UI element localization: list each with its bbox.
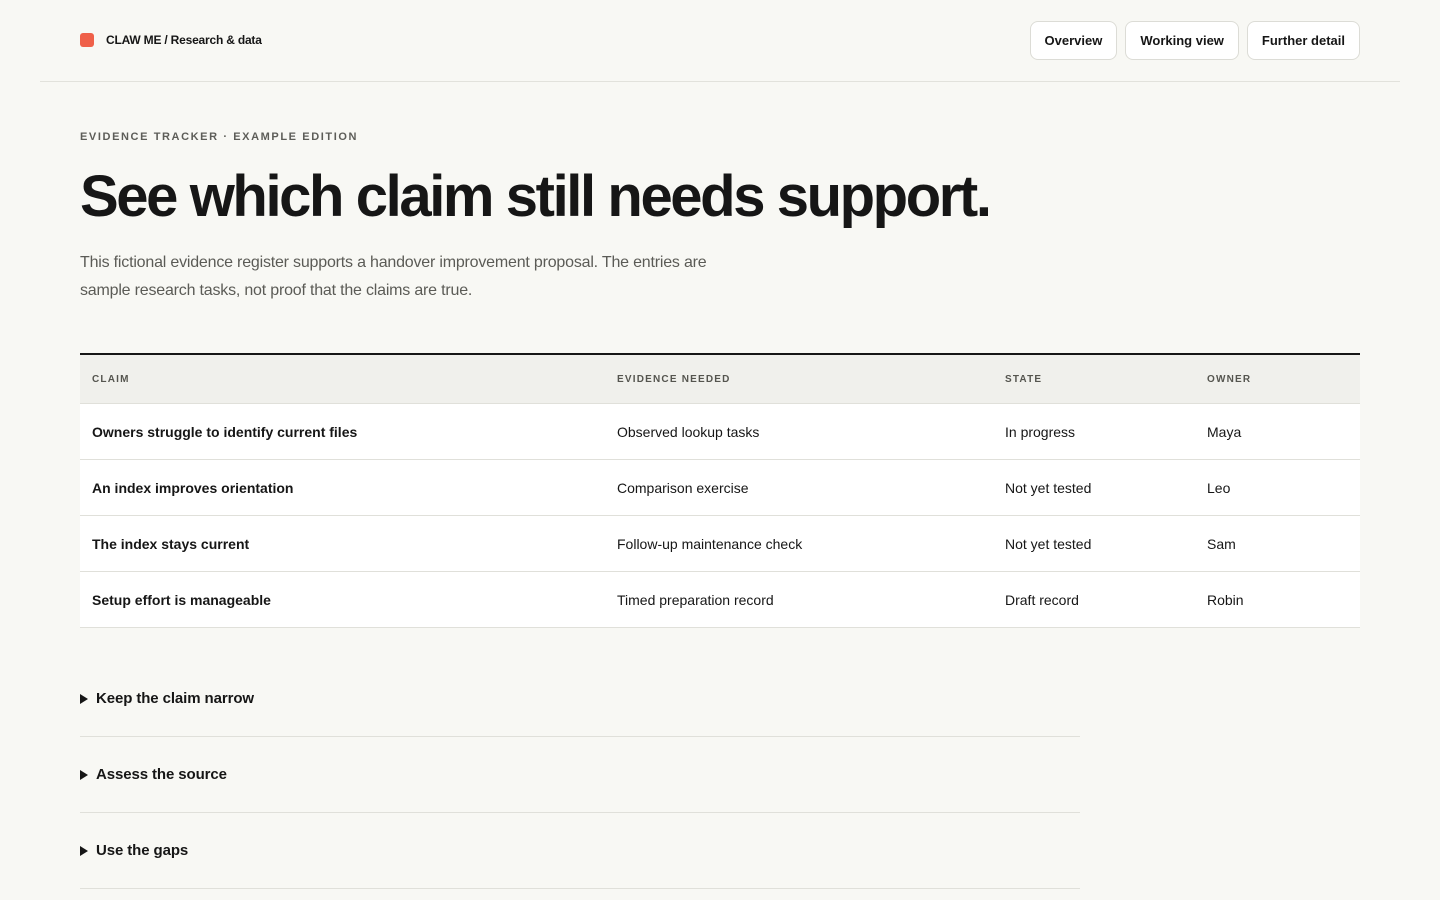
table-row: An index improves orientation Comparison… <box>80 460 1360 516</box>
claim-cell: The index stays current <box>92 535 250 552</box>
disclosure-triangle-icon <box>80 693 88 704</box>
top-bar: CLAW ME / Research & data Overview Worki… <box>40 0 1400 82</box>
top-nav: Overview Working view Further detail <box>1029 21 1360 60</box>
evidence-cell: Follow-up maintenance check <box>617 535 803 552</box>
column-header-state: STATE <box>1005 373 1043 385</box>
disclosure-triangle-icon <box>80 845 88 856</box>
evidence-cell: Timed preparation record <box>617 591 774 608</box>
owner-cell: Robin <box>1207 591 1244 608</box>
evidence-cell: Observed lookup tasks <box>617 423 760 440</box>
column-header-claim: CLAIM <box>92 373 130 385</box>
disclosure-keep-claim-narrow[interactable]: Keep the claim narrow <box>80 661 1080 737</box>
nav-working-view-button[interactable]: Working view <box>1125 21 1239 60</box>
disclosure-label: Assess the source <box>96 766 227 783</box>
owner-cell: Sam <box>1207 535 1236 552</box>
disclosure-use-gaps[interactable]: Use the gaps <box>80 813 1080 889</box>
guidance-list: Keep the claim narrow Assess the source … <box>80 661 1080 889</box>
nav-further-detail-button[interactable]: Further detail <box>1246 21 1360 60</box>
state-cell: In progress <box>1005 423 1076 440</box>
page-title: See which claim still needs support. <box>80 164 992 229</box>
column-header-owner: OWNER <box>1207 373 1252 385</box>
evidence-table: CLAIM EVIDENCE NEEDED STATE OWNER Owners… <box>80 353 1360 628</box>
disclosure-label: Use the gaps <box>96 842 189 859</box>
eyebrow: EVIDENCE TRACKER · EXAMPLE EDITION <box>80 131 359 143</box>
owner-cell: Maya <box>1207 423 1242 440</box>
claim-cell: Setup effort is manageable <box>92 591 271 608</box>
claim-cell: Owners struggle to identify current file… <box>92 423 358 440</box>
disclosure-triangle-icon <box>80 769 88 780</box>
brand-logo-icon <box>80 33 94 47</box>
brand-name: CLAW ME / Research & data <box>106 33 262 47</box>
claim-cell: An index improves orientation <box>92 479 294 496</box>
table-header-row: CLAIM EVIDENCE NEEDED STATE OWNER <box>80 355 1360 404</box>
column-header-evidence: EVIDENCE NEEDED <box>617 373 731 385</box>
disclosure-label: Keep the claim narrow <box>96 690 254 707</box>
nav-overview-button[interactable]: Overview <box>1029 21 1118 60</box>
disclosure-assess-source[interactable]: Assess the source <box>80 737 1080 813</box>
table-row: Setup effort is manageable Timed prepara… <box>80 572 1360 628</box>
state-cell: Draft record <box>1005 591 1079 608</box>
intro-text: This fictional evidence register support… <box>80 254 707 299</box>
evidence-cell: Comparison exercise <box>617 479 749 496</box>
table-row: Owners struggle to identify current file… <box>80 404 1360 460</box>
brand[interactable]: CLAW ME / Research & data <box>80 33 262 47</box>
state-cell: Not yet tested <box>1005 479 1092 496</box>
owner-cell: Leo <box>1207 479 1231 496</box>
state-cell: Not yet tested <box>1005 535 1092 552</box>
table-row: The index stays current Follow-up mainte… <box>80 516 1360 572</box>
